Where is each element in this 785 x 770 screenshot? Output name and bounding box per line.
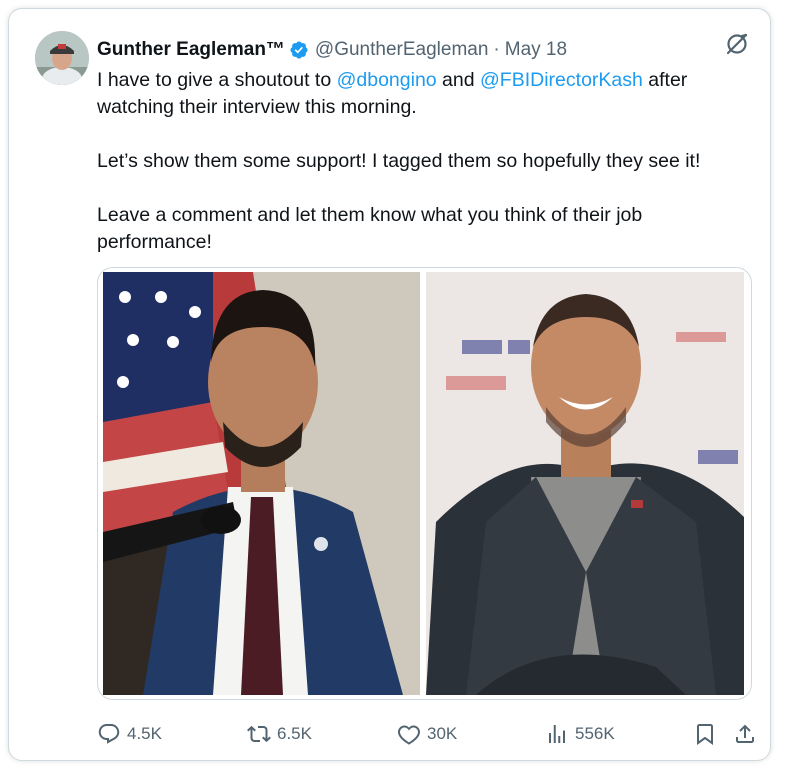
- text-segment: I have to give a shoutout to: [97, 69, 337, 91]
- post-paragraph-1: I have to give a shoutout to @dbongino a…: [97, 67, 757, 121]
- post-header: Gunther Eagleman™ @GuntherEagleman · May…: [97, 37, 750, 63]
- reply-icon: [98, 724, 120, 744]
- repost-icon: [247, 725, 271, 743]
- views-button[interactable]: 556K: [545, 719, 615, 749]
- verified-badge-icon: [290, 41, 308, 59]
- post-card[interactable]: Gunther Eagleman™ @GuntherEagleman · May…: [8, 8, 771, 761]
- views-icon: [549, 725, 565, 743]
- like-count: 30K: [427, 724, 458, 743]
- bookmark-button[interactable]: [693, 719, 723, 749]
- like-button[interactable]: 30K: [397, 719, 457, 749]
- bookmark-icon: [697, 724, 713, 745]
- post-date[interactable]: May 18: [505, 39, 567, 61]
- views-count: 556K: [575, 724, 615, 743]
- share-icon: [736, 724, 754, 743]
- reply-button[interactable]: 4.5K: [97, 719, 162, 749]
- separator-dot: ·: [493, 39, 500, 60]
- heart-icon: [398, 725, 420, 745]
- author-name[interactable]: Gunther Eagleman™: [97, 39, 285, 61]
- photo-left[interactable]: [103, 272, 420, 695]
- post-paragraph-2: Let’s show them some support! I tagged t…: [97, 150, 701, 172]
- post-paragraph-3: Leave a comment and let them know what y…: [97, 204, 643, 253]
- reply-count: 4.5K: [127, 724, 162, 743]
- action-bar: 4.5K 6.5K 30K 556K: [97, 719, 757, 749]
- grok-icon[interactable]: [724, 31, 750, 57]
- mention-fbidirectorkash[interactable]: @FBIDirectorKash: [480, 69, 643, 91]
- share-button[interactable]: [733, 719, 763, 749]
- repost-button[interactable]: 6.5K: [247, 719, 312, 749]
- avatar[interactable]: [35, 31, 89, 85]
- text-segment: and: [436, 69, 481, 91]
- repost-count: 6.5K: [277, 724, 312, 743]
- author-handle[interactable]: @GuntherEagleman: [315, 39, 489, 61]
- mention-dbongino[interactable]: @dbongino: [337, 69, 437, 91]
- media-container[interactable]: [97, 267, 752, 700]
- post-text: I have to give a shoutout to @dbongino a…: [97, 67, 757, 256]
- photo-right[interactable]: [426, 272, 744, 695]
